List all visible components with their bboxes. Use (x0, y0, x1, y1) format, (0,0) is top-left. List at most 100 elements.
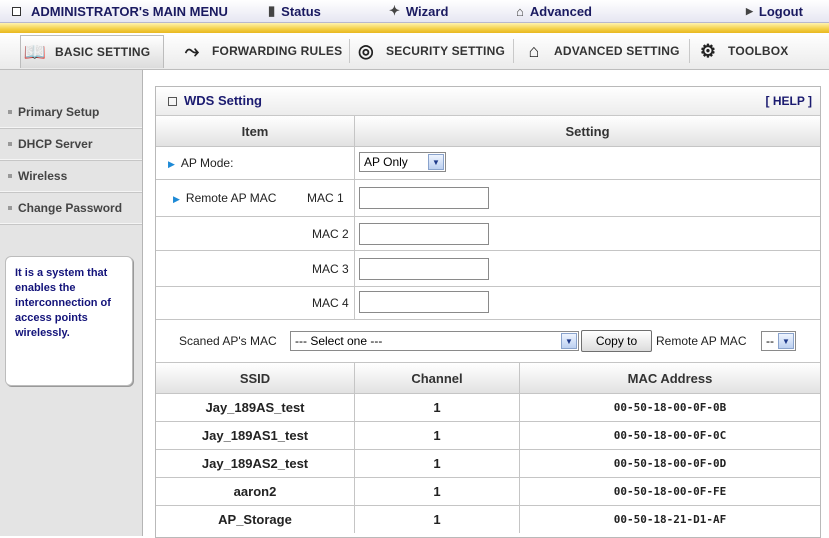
col-divider (354, 147, 355, 179)
mac4-input[interactable] (359, 291, 489, 313)
admin-main-menu-label: ADMINISTRATOR's MAIN MENU (31, 3, 228, 19)
tab-basic-setting[interactable]: 📖 BASIC SETTING (20, 35, 164, 68)
ap-mode-value: AP Only (364, 155, 408, 169)
status-menu[interactable]: ▮ Status (268, 0, 321, 22)
tab-security-setting[interactable]: ◎ SECURITY SETTING (346, 35, 514, 67)
wds-setting-panel: WDS Setting [ HELP ] Item Setting ▶ AP Mo… (155, 86, 821, 538)
advanced-label: Advanced (529, 3, 592, 19)
table-row[interactable]: aaron2 1 00-50-18-00-0F-FE (156, 478, 820, 506)
ap-mode-label-wrap: ▶ AP Mode: (168, 156, 233, 170)
table-row[interactable]: Jay_189AS_test 1 00-50-18-00-0F-0B (156, 394, 820, 422)
ssid-cell: Jay_189AS_test (205, 400, 305, 415)
ap-mode-label: AP Mode: (180, 156, 234, 170)
mac-cell: 00-50-18-00-0F-0D (613, 457, 727, 470)
col-divider (354, 180, 355, 216)
col-setting-header: Setting (565, 123, 610, 139)
scanned-ap-select[interactable]: --- Select one --- ▼ (290, 331, 579, 351)
copy-to-button[interactable]: Copy to (581, 330, 652, 352)
col-divider (354, 287, 355, 319)
col-divider (354, 251, 355, 286)
sidebar-item-label: DHCP Server (18, 136, 93, 151)
status-label: Status (281, 3, 321, 19)
mac2-input[interactable] (359, 223, 489, 245)
mac-address-header: MAC Address (627, 370, 713, 386)
mac3-row: MAC 3 (156, 251, 820, 287)
notebook-icon: 📖 (23, 41, 47, 62)
mac1-label: MAC 1 (307, 191, 344, 205)
tab-advanced-setting[interactable]: ⌂ ADVANCED SETTING (514, 35, 690, 67)
remote-ap-mac-label-wrap: ▶ Remote AP MAC (173, 191, 276, 205)
tab-label: TOOLBOX (728, 44, 789, 58)
mac1-row: ▶ Remote AP MAC MAC 1 (156, 180, 820, 217)
top-menu-bar: ADMINISTRATOR's MAIN MENU ▮ Status ✦ Wiz… (0, 0, 829, 23)
sidebar-item-wireless[interactable]: Wireless (0, 160, 142, 192)
mac3-label: MAC 3 (312, 262, 349, 276)
advanced-menu[interactable]: ⌂ Advanced (516, 0, 592, 22)
scan-table-header: SSID Channel MAC Address (156, 363, 820, 394)
channel-header: Channel (411, 370, 463, 386)
channel-cell: 1 (433, 456, 441, 471)
help-text: It is a system that enables the intercon… (15, 267, 111, 339)
admin-main-menu[interactable]: ADMINISTRATOR's MAIN MENU (12, 0, 228, 22)
panel-title: WDS Setting (184, 93, 262, 108)
mac-cell: 00-50-18-00-0F-0C (613, 429, 727, 442)
accent-strip (0, 23, 829, 33)
mac2-label: MAC 2 (312, 227, 349, 241)
tab-label: FORWARDING RULES (212, 44, 343, 58)
ssid-header: SSID (239, 370, 271, 386)
sidebar-item-dhcp-server[interactable]: DHCP Server (0, 128, 142, 160)
chevron-down-icon: ▼ (778, 333, 794, 349)
ssid-cell: Jay_189AS1_test (201, 428, 309, 443)
bullet-icon (8, 173, 12, 178)
table-row[interactable]: Jay_189AS2_test 1 00-50-18-00-0F-0D (156, 450, 820, 478)
col-divider (354, 217, 355, 250)
arrow-right-icon: ▶ (746, 5, 753, 16)
wizard-menu[interactable]: ✦ Wizard (389, 0, 448, 22)
arrow-right-icon: ▶ (168, 159, 175, 169)
ap-mode-row: ▶ AP Mode: AP Only ▼ (156, 147, 820, 180)
remote-ap-mac-select[interactable]: -- ▼ (761, 331, 796, 351)
table-row[interactable]: Jay_189AS1_test 1 00-50-18-00-0F-0C (156, 422, 820, 450)
title-square-icon (168, 97, 177, 106)
chevron-down-icon: ▼ (428, 154, 444, 170)
sidebar-item-label: Primary Setup (18, 104, 100, 119)
toolbox-icon: ⚙ (699, 40, 717, 61)
security-icon: ◎ (358, 40, 374, 61)
ap-mode-select[interactable]: AP Only ▼ (359, 152, 446, 172)
sidebar: Primary Setup DHCP Server Wireless Chang… (0, 70, 143, 536)
mac-cell: 00-50-18-00-0F-0B (613, 401, 727, 414)
bullet-icon (8, 141, 12, 146)
help-link[interactable]: [ HELP ] (766, 94, 812, 108)
tab-toolbox[interactable]: ⚙ TOOLBOX (690, 35, 804, 67)
forwarding-icon: ⤳ (184, 40, 200, 61)
tab-label: ADVANCED SETTING (554, 44, 680, 58)
mac-cell: 00-50-18-21-D1-AF (613, 513, 727, 526)
channel-cell: 1 (433, 428, 441, 443)
ssid-cell: AP_Storage (218, 512, 292, 527)
logout-menu[interactable]: ▶ Logout (746, 0, 803, 22)
tab-forwarding-rules[interactable]: ⤳ FORWARDING RULES (168, 35, 350, 67)
channel-cell: 1 (433, 512, 441, 527)
mac4-row: MAC 4 (156, 287, 820, 320)
logout-label: Logout (758, 3, 803, 19)
bullet-icon (8, 109, 12, 114)
sidebar-item-change-password[interactable]: Change Password (0, 192, 142, 224)
main-tabs: 📖 BASIC SETTING ⤳ FORWARDING RULES ◎ SEC… (0, 33, 829, 70)
panel-title-bar: WDS Setting [ HELP ] (156, 87, 820, 116)
mac2-row: MAC 2 (156, 217, 820, 251)
ssid-cell: Jay_189AS2_test (201, 456, 309, 471)
wizard-icon: ✦ (389, 3, 400, 18)
mac4-label: MAC 4 (312, 296, 349, 310)
advanced-setting-icon: ⌂ (528, 40, 540, 61)
arrow-right-icon: ▶ (173, 194, 180, 204)
sidebar-item-primary-setup[interactable]: Primary Setup (0, 96, 142, 128)
table-row[interactable]: AP_Storage 1 00-50-18-21-D1-AF (156, 506, 820, 533)
tab-label: SECURITY SETTING (386, 44, 505, 58)
chevron-down-icon: ▼ (561, 333, 577, 349)
bullet-icon (8, 205, 12, 210)
mac3-input[interactable] (359, 258, 489, 280)
channel-cell: 1 (433, 484, 441, 499)
tab-label: BASIC SETTING (55, 45, 151, 59)
mac1-input[interactable] (359, 187, 489, 209)
status-icon: ▮ (268, 3, 276, 18)
